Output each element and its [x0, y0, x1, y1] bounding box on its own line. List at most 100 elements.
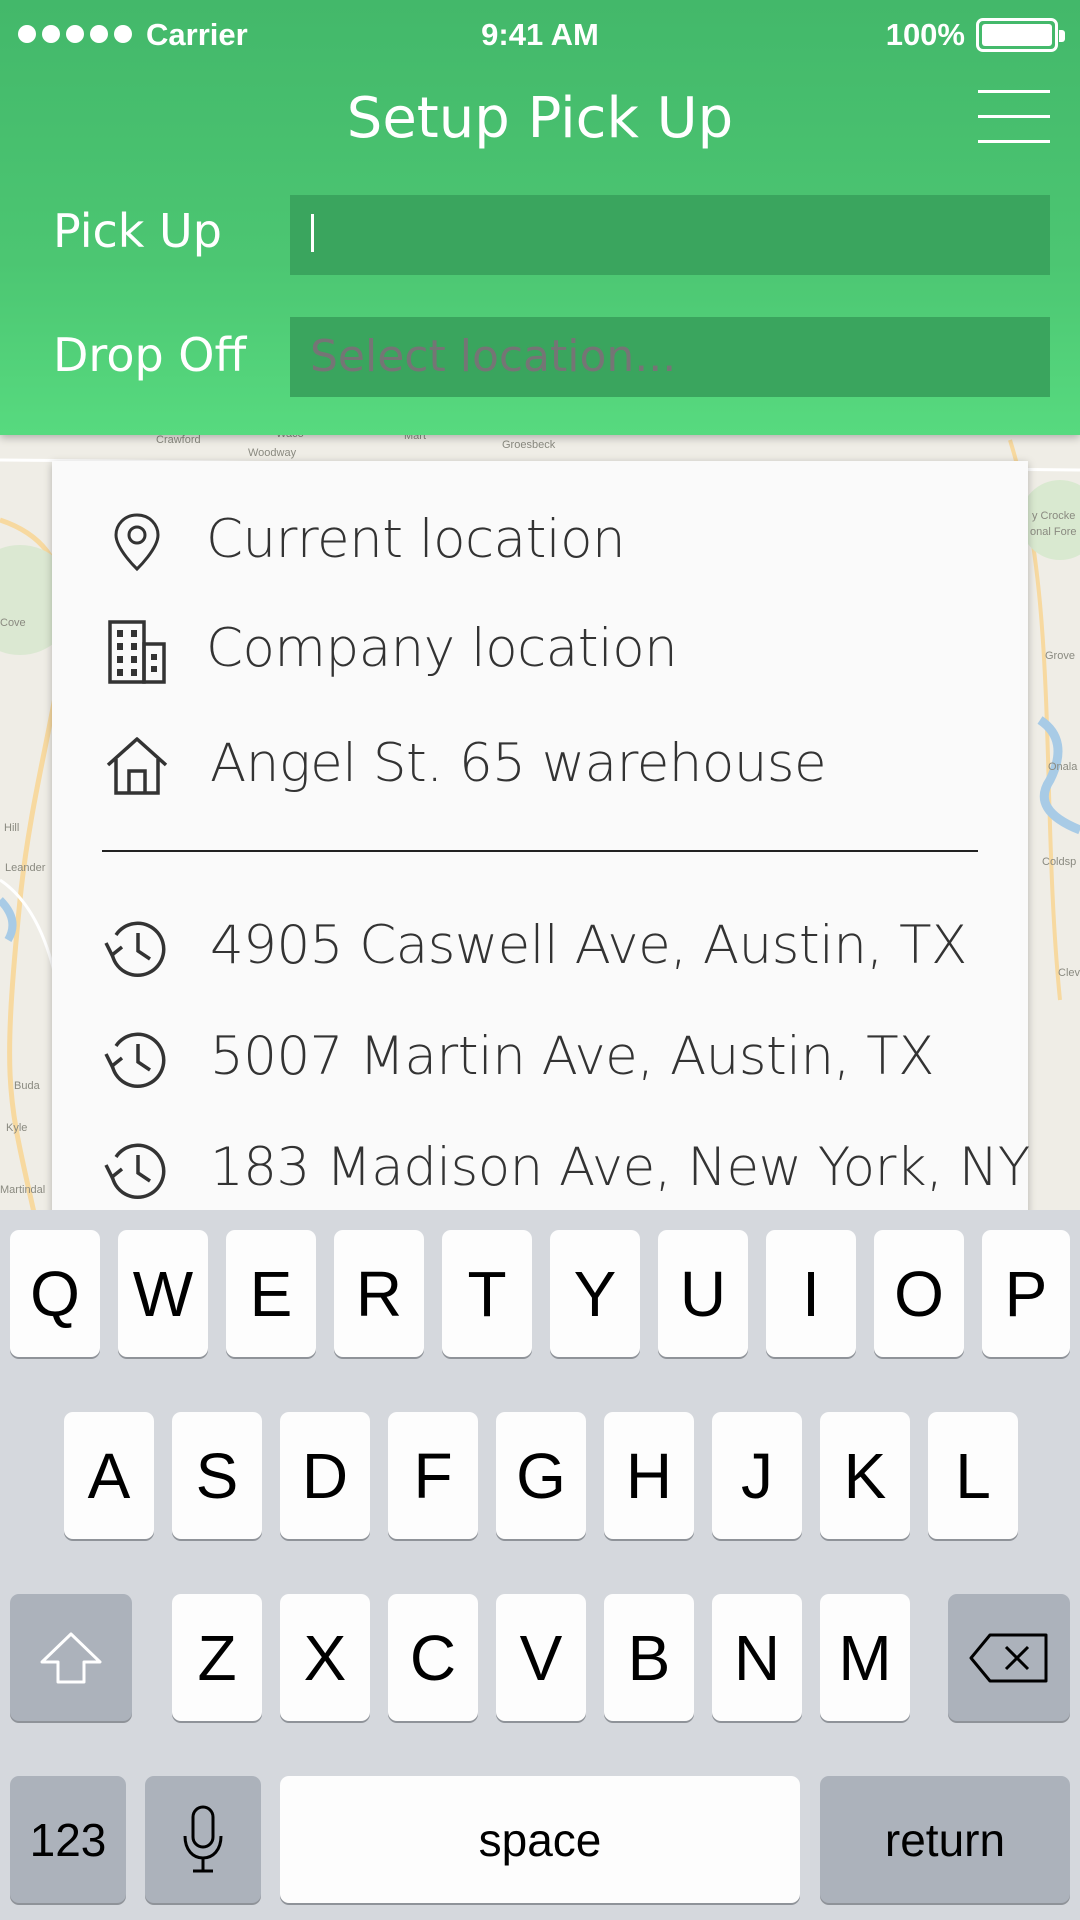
key-label: O: [894, 1257, 944, 1330]
map-label-onala: Onala: [1048, 761, 1078, 773]
key-label: L: [955, 1439, 991, 1512]
key-label: 123: [29, 1813, 107, 1866]
recent-location-item[interactable]: 4905 Caswell Ave, Austin, TX: [52, 893, 1028, 993]
building-icon: [108, 620, 166, 684]
map-label-coldsp: Coldsp: [1042, 856, 1077, 868]
hamburger-menu-icon[interactable]: [976, 88, 1052, 146]
key-label: K: [843, 1439, 887, 1512]
key-n[interactable]: N: [712, 1594, 802, 1721]
key-f[interactable]: F: [388, 1412, 478, 1539]
pickup-input[interactable]: [290, 195, 1050, 275]
key-h[interactable]: H: [604, 1412, 694, 1539]
key-p[interactable]: P: [982, 1230, 1070, 1357]
location-suggestions: Current location Company location Angel …: [52, 461, 1030, 1241]
text-cursor: [311, 214, 314, 252]
map-pin-icon: [114, 513, 160, 572]
suggestion-company-location[interactable]: Company location: [52, 596, 1028, 696]
header: Carrier 9:41 AM 100% Setup Pick Up Pick …: [0, 0, 1080, 435]
key-label: V: [519, 1621, 563, 1694]
recent-location-label: 5007 Martin Ave, Austin, TX: [210, 1026, 934, 1087]
keyboard: Q W E R T Y U I O P A S D F G H J K L Z …: [0, 1210, 1080, 1920]
map-label-groesbeck: Groesbeck: [502, 439, 556, 451]
suggestion-angel-st-warehouse[interactable]: Angel St. 65 warehouse: [52, 711, 1028, 811]
pickup-label: Pick Up: [53, 204, 222, 258]
shift-icon: [40, 1632, 102, 1684]
key-label: S: [195, 1439, 239, 1512]
key-g[interactable]: G: [496, 1412, 586, 1539]
suggestions-divider: [102, 850, 978, 852]
suggestion-current-location[interactable]: Current location: [52, 487, 1028, 587]
microphone-icon: [183, 1805, 223, 1873]
key-label: F: [413, 1439, 453, 1512]
page-title: Setup Pick Up: [346, 86, 734, 151]
key-w[interactable]: W: [118, 1230, 208, 1357]
key-t[interactable]: T: [442, 1230, 532, 1357]
backspace-icon: [969, 1633, 1048, 1683]
map-label-martindale: Martindal: [0, 1184, 46, 1196]
map-label-buda: Buda: [14, 1080, 40, 1092]
key-label: R: [355, 1257, 403, 1330]
key-m[interactable]: M: [820, 1594, 910, 1721]
map-label-leander: Leander: [5, 862, 46, 874]
key-label: E: [249, 1257, 293, 1330]
shift-key[interactable]: [10, 1594, 132, 1721]
history-icon: [104, 1032, 166, 1089]
key-d[interactable]: D: [280, 1412, 370, 1539]
key-label: B: [627, 1621, 671, 1694]
dropoff-input[interactable]: [290, 317, 1050, 397]
key-label: space: [478, 1813, 602, 1866]
recent-location-item[interactable]: 183 Madison Ave, New York, NY: [52, 1115, 1030, 1215]
key-label: T: [467, 1257, 507, 1330]
key-label: P: [1004, 1257, 1048, 1330]
key-k[interactable]: K: [820, 1412, 910, 1539]
map-label-clev: Clev: [1058, 967, 1080, 979]
key-i[interactable]: I: [766, 1230, 856, 1357]
key-o[interactable]: O: [874, 1230, 964, 1357]
backspace-key[interactable]: [948, 1594, 1070, 1721]
map-label-cove: Cove: [0, 617, 26, 629]
key-b[interactable]: B: [604, 1594, 694, 1721]
key-label: C: [409, 1621, 457, 1694]
dropoff-label: Drop Off: [53, 328, 247, 382]
map-label-national-forest: onal Fore: [1030, 526, 1077, 538]
recent-location-item[interactable]: 5007 Martin Ave, Austin, TX: [52, 1004, 1028, 1104]
key-label: A: [87, 1439, 131, 1512]
key-label: J: [741, 1439, 773, 1512]
home-icon: [106, 737, 168, 795]
battery-percentage: 100%: [885, 17, 965, 52]
map-label-crockett: y Crocke: [1032, 510, 1076, 522]
key-label: Y: [573, 1257, 617, 1330]
key-r[interactable]: R: [334, 1230, 424, 1357]
key-l[interactable]: L: [928, 1412, 1018, 1539]
key-a[interactable]: A: [64, 1412, 154, 1539]
key-label: Q: [30, 1257, 80, 1330]
key-y[interactable]: Y: [550, 1230, 640, 1357]
map-label-woodway: Woodway: [248, 447, 297, 459]
key-label: D: [301, 1439, 349, 1512]
key-label: G: [516, 1439, 566, 1512]
key-c[interactable]: C: [388, 1594, 478, 1721]
numbers-key[interactable]: 123: [10, 1776, 126, 1903]
key-z[interactable]: Z: [172, 1594, 262, 1721]
key-s[interactable]: S: [172, 1412, 262, 1539]
map-label-hill: Hill: [4, 822, 20, 834]
microphone-key[interactable]: [145, 1776, 261, 1903]
key-label: N: [733, 1621, 781, 1694]
suggestion-label: Angel St. 65 warehouse: [210, 733, 827, 794]
key-v[interactable]: V: [496, 1594, 586, 1721]
key-label: I: [802, 1257, 820, 1330]
space-key[interactable]: space: [280, 1776, 800, 1903]
key-q[interactable]: Q: [10, 1230, 100, 1357]
key-label: W: [132, 1257, 194, 1330]
recent-location-label: 4905 Caswell Ave, Austin, TX: [210, 915, 967, 976]
key-x[interactable]: X: [280, 1594, 370, 1721]
return-key[interactable]: return: [820, 1776, 1070, 1903]
key-label: X: [303, 1621, 347, 1694]
status-bar: Carrier 9:41 AM 100%: [0, 0, 1080, 70]
key-label: return: [884, 1813, 1006, 1866]
key-j[interactable]: J: [712, 1412, 802, 1539]
battery-icon: [976, 18, 1065, 52]
map-label-kyle: Kyle: [6, 1122, 28, 1134]
key-u[interactable]: U: [658, 1230, 748, 1357]
key-e[interactable]: E: [226, 1230, 316, 1357]
